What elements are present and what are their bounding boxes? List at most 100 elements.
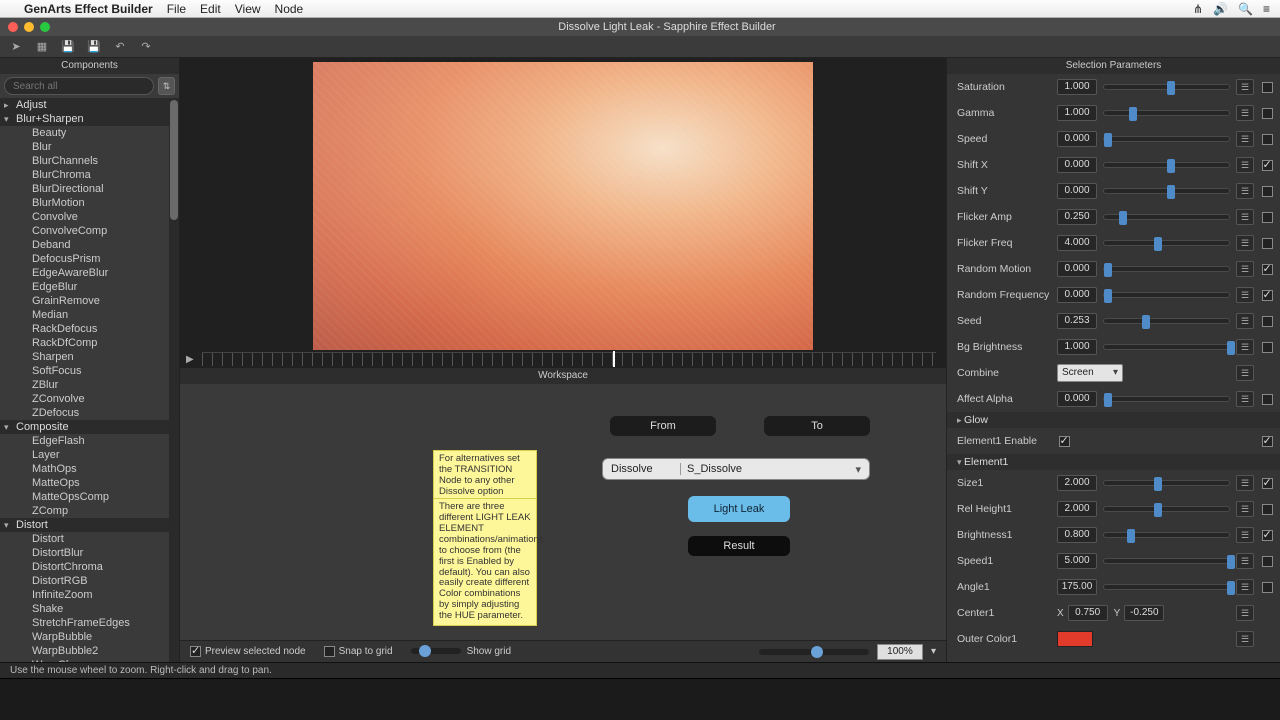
zoom-value[interactable]: 100%	[877, 644, 923, 660]
tree-item[interactable]: InfiniteZoom	[0, 588, 179, 602]
param-menu-icon[interactable]: ☰	[1236, 553, 1254, 569]
param-value[interactable]: 2.000	[1057, 501, 1097, 517]
node-to[interactable]: To	[764, 416, 870, 436]
search-icon[interactable]: 🔍	[1238, 2, 1253, 16]
tree-item[interactable]: ConvolveComp	[0, 224, 179, 238]
param-expose-toggle[interactable]	[1260, 556, 1274, 567]
menu-edit[interactable]: Edit	[200, 2, 221, 16]
zoom-stepper-icon[interactable]: ▾	[931, 646, 936, 657]
preview-node-toggle[interactable]: Preview selected node	[190, 646, 306, 657]
param-menu-icon[interactable]: ☰	[1236, 365, 1254, 381]
timeline-track[interactable]	[202, 352, 936, 366]
param-expose-toggle[interactable]	[1260, 108, 1274, 119]
tree-item[interactable]: Deband	[0, 238, 179, 252]
param-expose-toggle[interactable]	[1260, 186, 1274, 197]
param-value[interactable]: 175.00	[1057, 579, 1097, 595]
param-value[interactable]: 2.000	[1057, 475, 1097, 491]
tree-item[interactable]: Layer	[0, 448, 179, 462]
save-as-icon[interactable]: 💾	[86, 39, 102, 55]
param-slider[interactable]	[1103, 110, 1230, 116]
element-enable-toggle[interactable]	[1057, 436, 1071, 447]
center-x[interactable]: 0.750	[1068, 605, 1108, 621]
components-tree[interactable]: AdjustBlur+SharpenBeautyBlurBlurChannels…	[0, 98, 179, 662]
volume-icon[interactable]: 🔊	[1213, 2, 1228, 16]
param-value[interactable]: 1.000	[1057, 339, 1097, 355]
param-menu-icon[interactable]: ☰	[1236, 391, 1254, 407]
param-expose-toggle[interactable]	[1260, 212, 1274, 223]
param-expose-toggle[interactable]	[1260, 582, 1274, 593]
tree-item[interactable]: ZBlur	[0, 378, 179, 392]
tree-item[interactable]: DefocusPrism	[0, 252, 179, 266]
menu-node[interactable]: Node	[275, 2, 304, 16]
param-expose-toggle[interactable]	[1260, 238, 1274, 249]
wifi-icon[interactable]: ⋔	[1193, 2, 1203, 16]
tree-item[interactable]: WarpBubble	[0, 630, 179, 644]
param-menu-icon[interactable]: ☰	[1236, 501, 1254, 517]
param-value[interactable]: 0.000	[1057, 287, 1097, 303]
param-slider[interactable]	[1103, 240, 1230, 246]
param-slider[interactable]	[1103, 584, 1230, 590]
tree-category[interactable]: Blur+Sharpen	[0, 112, 179, 126]
tree-scrollbar[interactable]	[169, 98, 179, 662]
note-transition[interactable]: For alternatives set the TRANSITION Node…	[433, 450, 537, 502]
param-menu-icon[interactable]: ☰	[1236, 579, 1254, 595]
node-lightleak[interactable]: Light Leak	[688, 496, 790, 522]
tree-item[interactable]: StretchFrameEdges	[0, 616, 179, 630]
param-slider[interactable]	[1103, 558, 1230, 564]
param-menu-icon[interactable]: ☰	[1236, 339, 1254, 355]
tree-item[interactable]: Convolve	[0, 210, 179, 224]
tree-item[interactable]: DistortBlur	[0, 546, 179, 560]
param-slider[interactable]	[1103, 188, 1230, 194]
param-expose-toggle[interactable]	[1260, 290, 1274, 301]
workspace-panel[interactable]: Workspace For alternatives set the TRANS…	[180, 368, 946, 662]
tree-category[interactable]: Adjust	[0, 98, 179, 112]
param-menu-icon[interactable]: ☰	[1236, 209, 1254, 225]
param-expose-toggle[interactable]	[1260, 82, 1274, 93]
zoom-slider[interactable]	[759, 649, 869, 655]
tree-item[interactable]: MathOps	[0, 462, 179, 476]
menu-view[interactable]: View	[235, 2, 261, 16]
param-value[interactable]: 0.000	[1057, 131, 1097, 147]
show-grid-slider[interactable]: Show grid	[411, 646, 511, 657]
tree-item[interactable]: DistortRGB	[0, 574, 179, 588]
note-lightleak[interactable]: There are three different LIGHT LEAK ELE…	[433, 498, 537, 626]
param-menu-icon[interactable]: ☰	[1236, 631, 1254, 647]
tree-item[interactable]: EdgeFlash	[0, 434, 179, 448]
param-menu-icon[interactable]: ☰	[1236, 105, 1254, 121]
param-slider[interactable]	[1103, 162, 1230, 168]
param-expose-toggle[interactable]	[1260, 134, 1274, 145]
param-menu-icon[interactable]: ☰	[1236, 131, 1254, 147]
tree-item[interactable]: BlurChannels	[0, 154, 179, 168]
param-value[interactable]: 0.000	[1057, 183, 1097, 199]
tree-item[interactable]: ZComp	[0, 504, 179, 518]
param-slider[interactable]	[1103, 214, 1230, 220]
param-menu-icon[interactable]: ☰	[1236, 287, 1254, 303]
param-menu-icon[interactable]: ☰	[1236, 157, 1254, 173]
param-slider[interactable]	[1103, 318, 1230, 324]
close-icon[interactable]	[8, 22, 18, 32]
tree-item[interactable]: Median	[0, 308, 179, 322]
param-expose-toggle[interactable]	[1260, 342, 1274, 353]
play-icon[interactable]: ▶	[186, 354, 198, 365]
param-expose-toggle[interactable]	[1260, 160, 1274, 171]
sort-button[interactable]: ⇅	[158, 77, 175, 95]
tree-item[interactable]: ZConvolve	[0, 392, 179, 406]
tree-item[interactable]: Shake	[0, 602, 179, 616]
param-value[interactable]: 5.000	[1057, 553, 1097, 569]
tree-item[interactable]: DistortChroma	[0, 560, 179, 574]
tree-item[interactable]: RackDfComp	[0, 336, 179, 350]
param-value[interactable]: 4.000	[1057, 235, 1097, 251]
param-slider[interactable]	[1103, 136, 1230, 142]
param-expose-toggle[interactable]	[1260, 436, 1274, 447]
param-value[interactable]: 0.000	[1057, 261, 1097, 277]
param-value[interactable]: 0.000	[1057, 157, 1097, 173]
tree-category[interactable]: Composite	[0, 420, 179, 434]
cursor-icon[interactable]: ➤	[8, 39, 24, 55]
param-value[interactable]: 0.000	[1057, 391, 1097, 407]
tree-item[interactable]: Beauty	[0, 126, 179, 140]
app-name[interactable]: GenArts Effect Builder	[24, 2, 153, 16]
tree-item[interactable]: WarpBubble2	[0, 644, 179, 658]
timeline[interactable]: ▶	[180, 350, 946, 368]
param-slider[interactable]	[1103, 480, 1230, 486]
tree-item[interactable]: Blur	[0, 140, 179, 154]
